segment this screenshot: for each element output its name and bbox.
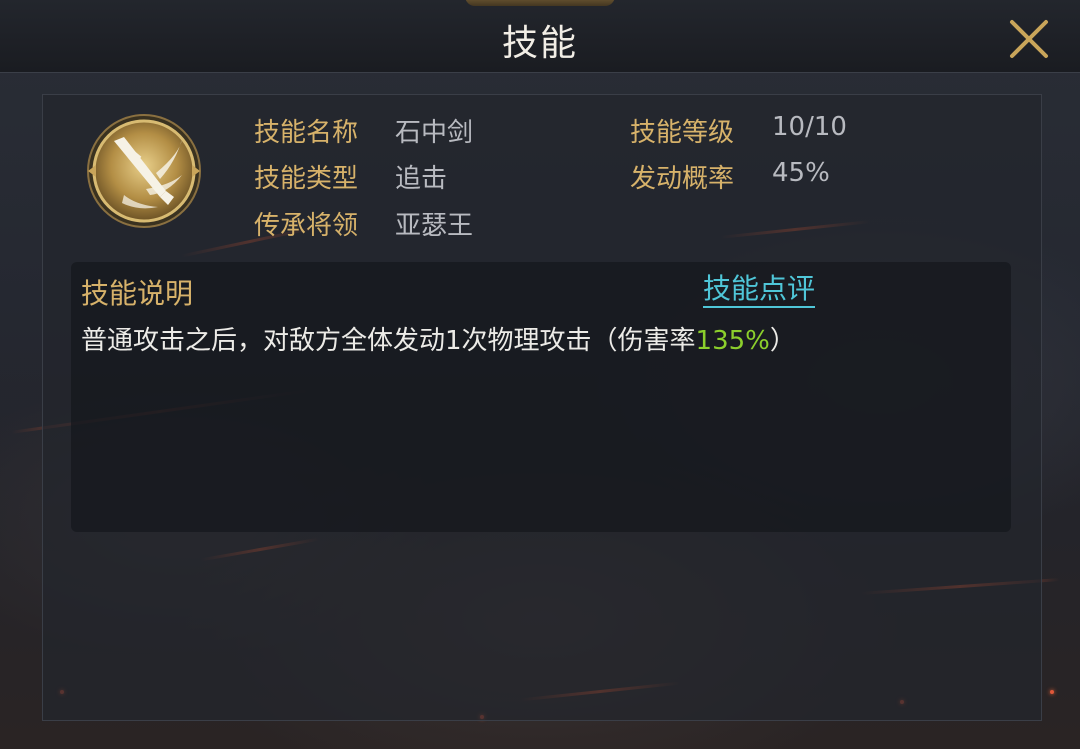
skill-name-label: 技能名称	[254, 118, 359, 148]
close-button[interactable]	[1006, 16, 1052, 62]
skill-type-label: 技能类型	[254, 164, 359, 194]
page-title: 技能	[501, 23, 578, 64]
skill-level-value: 10/10	[772, 112, 847, 142]
heir-general-value: 亚瑟王	[395, 211, 474, 241]
description-text-prefix: 普通攻击之后，对敌方全体发动1次物理攻击（伤害率	[81, 326, 696, 356]
description-text: 普通攻击之后，对敌方全体发动1次物理攻击（伤害率135%）	[81, 320, 796, 357]
description-title: 技能说明	[81, 277, 194, 310]
title-ornament	[465, 0, 615, 6]
close-icon	[1010, 20, 1048, 58]
description-text-suffix: ）	[769, 326, 796, 356]
title-bar: 技能	[0, 0, 1080, 73]
trigger-rate-value: 45%	[772, 158, 830, 188]
skill-name-value: 石中剑	[395, 118, 474, 148]
skill-review-link[interactable]: 技能点评	[703, 272, 816, 308]
trigger-rate-label: 发动概率	[630, 164, 735, 194]
description-box	[71, 262, 1011, 532]
skill-level-label: 技能等级	[630, 118, 735, 148]
ember-spark	[1050, 690, 1054, 694]
damage-rate-value: 135%	[695, 326, 770, 356]
skill-type-value: 追击	[395, 164, 448, 194]
heir-general-label: 传承将领	[254, 211, 359, 241]
skill-emblem	[84, 113, 204, 233]
sword-icon	[87, 114, 201, 228]
